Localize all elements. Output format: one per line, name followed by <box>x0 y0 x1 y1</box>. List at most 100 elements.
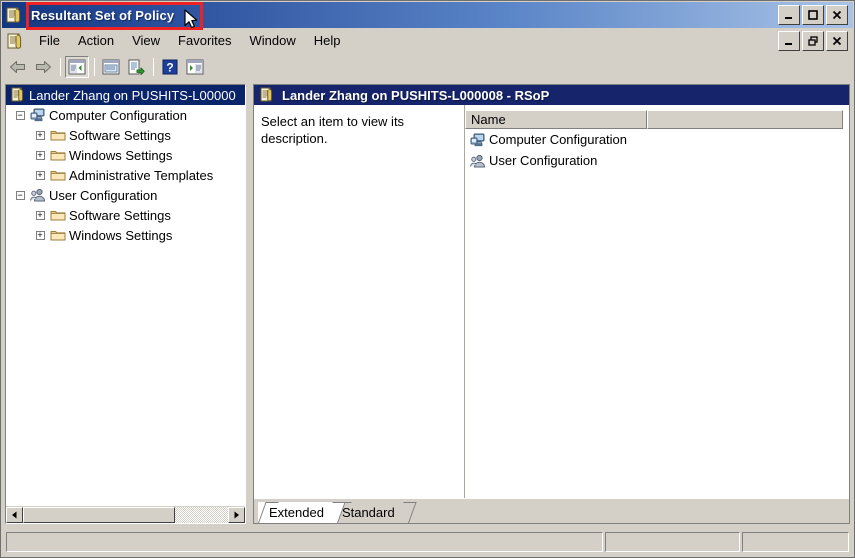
tree-node-computer-configuration[interactable]: − Computer Configuration <box>6 105 245 125</box>
toolbar: ? <box>2 54 853 80</box>
scrollbar-track[interactable] <box>23 507 228 523</box>
statusbar-pane-message <box>6 532 603 552</box>
expand-expander-icon[interactable]: + <box>35 230 45 240</box>
tree-node-label: Computer Configuration <box>49 107 188 123</box>
expand-expander-icon[interactable]: + <box>35 210 45 220</box>
statusbar <box>2 528 853 556</box>
tab-label: Extended <box>269 505 324 520</box>
list-item-label: Computer Configuration <box>489 132 628 147</box>
rsop-document-icon <box>259 87 275 103</box>
expand-expander-icon[interactable]: + <box>35 130 45 140</box>
mdi-close-button[interactable] <box>826 30 848 51</box>
window-titlebar: Resultant Set of Policy <box>2 2 853 28</box>
console-tree-pane: Lander Zhang on PUSHITS-L00000 − Compute… <box>5 84 246 524</box>
tree-node-label: Windows Settings <box>69 147 173 163</box>
console-tree: Lander Zhang on PUSHITS-L00000 − Compute… <box>6 85 245 506</box>
tree-expander-slot: − <box>10 110 30 120</box>
rsop-document-pane: Lander Zhang on PUSHITS-L000008 - RSoP S… <box>253 84 850 524</box>
back-button[interactable] <box>6 56 30 78</box>
folder-icon <box>50 227 66 243</box>
export-list-button[interactable] <box>124 56 148 78</box>
mdi-restore-button[interactable] <box>802 30 824 51</box>
tree-node-label: Windows Settings <box>69 227 173 243</box>
show-hide-action-pane-button[interactable] <box>183 56 207 78</box>
tab-label: Standard <box>341 505 395 520</box>
tree-node-root[interactable]: Lander Zhang on PUSHITS-L00000 <box>6 85 245 105</box>
scroll-left-arrow-icon[interactable] <box>6 507 23 523</box>
list-item[interactable]: Computer Configuration <box>465 129 849 150</box>
listview-pane: Name Computer Configuration User Configu… <box>465 105 849 498</box>
tab-extended[interactable]: Extended <box>258 502 338 523</box>
list-item[interactable]: User Configuration <box>465 150 849 171</box>
tree-node-computer-windows-settings[interactable]: + Windows Settings <box>6 145 245 165</box>
tree-node-label: Lander Zhang on PUSHITS-L00000 <box>29 87 236 103</box>
user-icon <box>470 153 486 169</box>
content-area: Lander Zhang on PUSHITS-L00000 − Compute… <box>2 81 853 527</box>
statusbar-pane-secondary <box>605 532 740 552</box>
view-tabstrip: Extended Standard <box>254 498 849 523</box>
tree-expander-slot: + <box>30 170 50 180</box>
menubar: File Action View Favorites Window Help <box>2 28 853 54</box>
toolbar-separator-1 <box>60 58 61 76</box>
toolbar-separator-2 <box>94 58 95 76</box>
menu-item-help[interactable]: Help <box>305 30 350 51</box>
tree-node-user-windows-settings[interactable]: + Windows Settings <box>6 225 245 245</box>
tree-node-label: Administrative Templates <box>69 167 214 183</box>
tree-horizontal-scrollbar[interactable] <box>6 506 245 523</box>
listview-column-name[interactable]: Name <box>465 110 647 129</box>
document-body: Select an item to view its description. … <box>254 105 849 498</box>
tree-node-label: Software Settings <box>69 127 171 143</box>
menu-item-window[interactable]: Window <box>241 30 305 51</box>
description-text: Select an item to view its description. <box>261 114 405 146</box>
window-title: Resultant Set of Policy <box>31 7 175 23</box>
close-button[interactable] <box>826 5 848 25</box>
minimize-button[interactable] <box>778 5 800 25</box>
maximize-button[interactable] <box>802 5 824 25</box>
rsop-window: Resultant Set of Policy File Action View… <box>0 0 855 558</box>
computer-icon <box>30 107 46 123</box>
tree-expander-slot: + <box>30 230 50 240</box>
help-button[interactable]: ? <box>158 56 182 78</box>
tree-expander-slot: + <box>30 130 50 140</box>
forward-button[interactable] <box>31 56 55 78</box>
expand-expander-icon[interactable]: + <box>35 170 45 180</box>
document-header-title: Lander Zhang on PUSHITS-L000008 - RSoP <box>282 87 550 103</box>
collapse-expander-icon[interactable]: − <box>15 110 25 120</box>
window-control-buttons <box>778 5 848 25</box>
menubar-rsop-document-icon[interactable] <box>6 32 24 50</box>
tree-node-user-configuration[interactable]: − User Configuration <box>6 185 245 205</box>
folder-icon <box>50 147 66 163</box>
document-header: Lander Zhang on PUSHITS-L000008 - RSoP <box>254 85 849 105</box>
tree-node-label: Software Settings <box>69 207 171 223</box>
menu-item-favorites[interactable]: Favorites <box>169 30 240 51</box>
listview-column-empty[interactable] <box>647 110 843 129</box>
expand-expander-icon[interactable]: + <box>35 150 45 160</box>
list-item-label: User Configuration <box>489 153 598 168</box>
tree-expander-slot: + <box>30 210 50 220</box>
tree-node-administrative-templates[interactable]: + Administrative Templates <box>6 165 245 185</box>
tree-node-computer-software-settings[interactable]: + Software Settings <box>6 125 245 145</box>
collapse-expander-icon[interactable]: − <box>15 190 25 200</box>
rsop-document-icon <box>5 6 23 24</box>
rsop-document-icon <box>10 87 26 103</box>
folder-icon <box>50 207 66 223</box>
user-icon <box>30 187 46 203</box>
computer-icon <box>470 132 486 148</box>
statusbar-pane-tertiary <box>742 532 849 552</box>
svg-text:?: ? <box>166 61 173 75</box>
menu-item-file[interactable]: File <box>30 30 69 51</box>
scrollbar-thumb[interactable] <box>23 507 175 523</box>
properties-button[interactable] <box>99 56 123 78</box>
folder-icon <box>50 167 66 183</box>
description-pane: Select an item to view its description. <box>254 105 465 498</box>
listview-header: Name <box>465 110 843 129</box>
menu-item-view[interactable]: View <box>123 30 169 51</box>
menu-item-action[interactable]: Action <box>69 30 123 51</box>
show-hide-console-tree-button[interactable] <box>65 56 89 78</box>
mdi-minimize-button[interactable] <box>778 30 800 51</box>
tree-node-user-software-settings[interactable]: + Software Settings <box>6 205 245 225</box>
tree-expander-slot: − <box>10 190 30 200</box>
scroll-right-arrow-icon[interactable] <box>228 507 245 523</box>
tree-node-label: User Configuration <box>49 187 158 203</box>
mdi-child-control-buttons <box>778 30 848 51</box>
